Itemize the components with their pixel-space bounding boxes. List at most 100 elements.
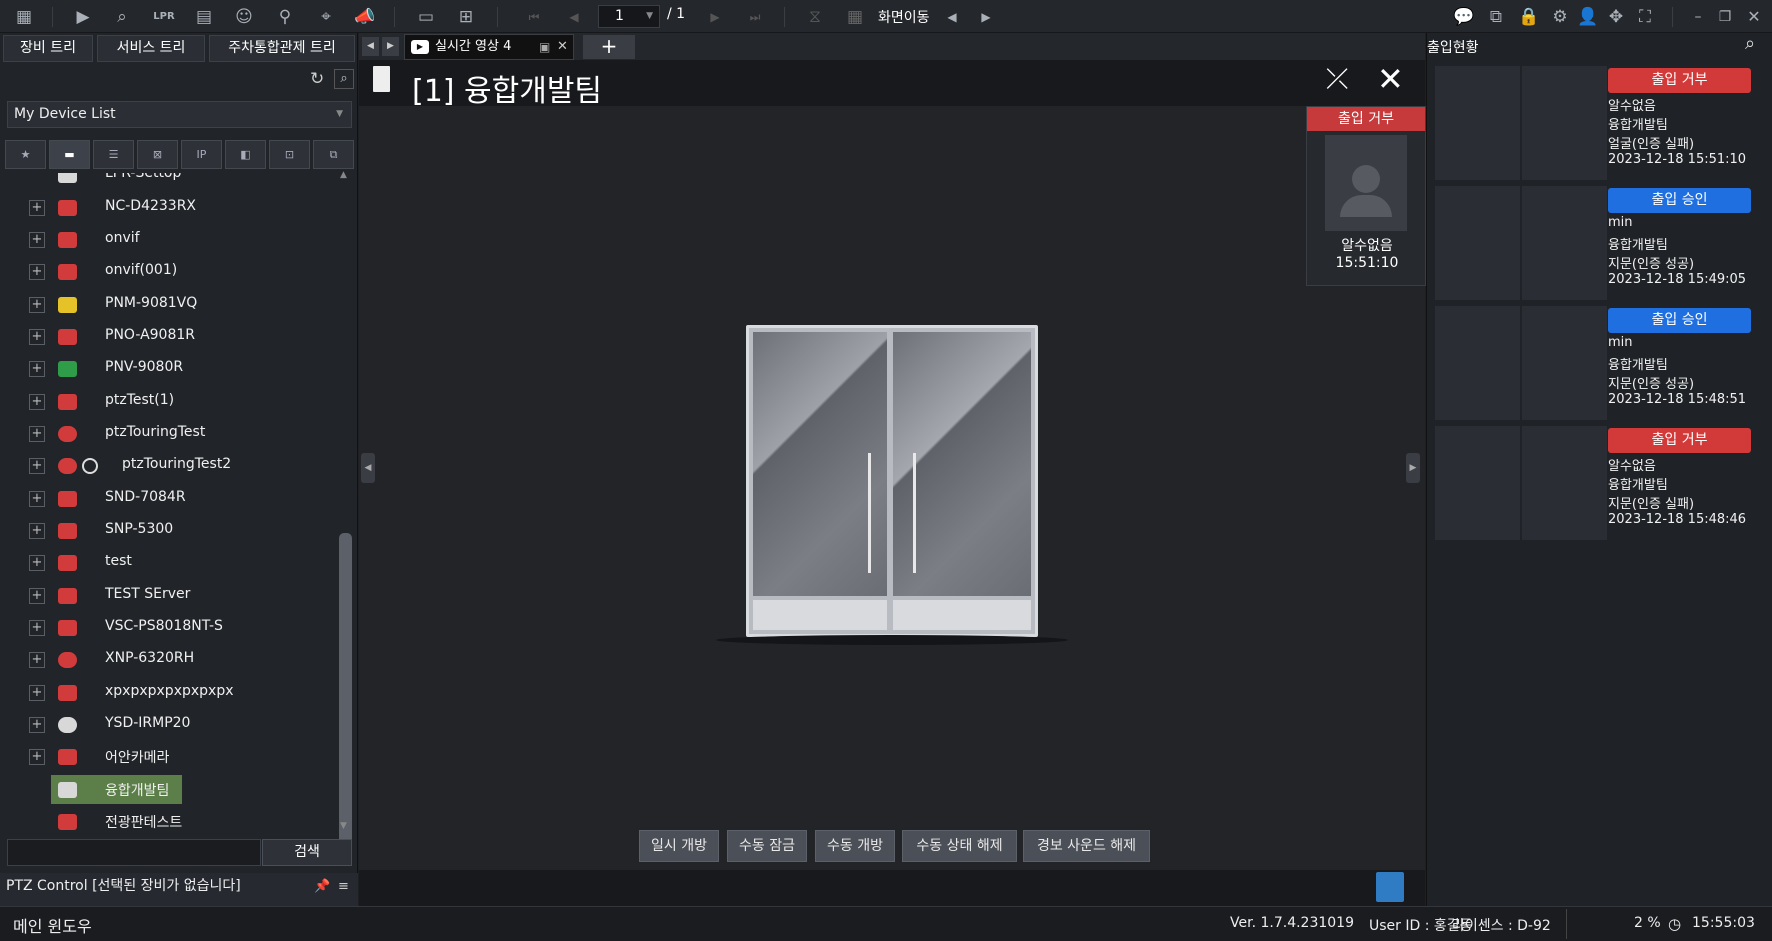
user-icon[interactable]: 👤 [1576, 5, 1600, 29]
face-search-icon[interactable]: ☺ [232, 5, 256, 29]
cctv-filter-button[interactable]: ◧ [225, 140, 266, 169]
tree-item[interactable]: + SND-7084R [0, 483, 340, 515]
folder-filter-button[interactable]: ▬ [49, 140, 90, 169]
alarm-icon[interactable]: 📣 [353, 5, 377, 29]
zoom-search-icon[interactable]: ⌕ [1745, 33, 1755, 54]
device-list-select[interactable]: My Device List ▼ [7, 101, 352, 128]
expand-icon[interactable]: + [29, 297, 45, 313]
tree-item[interactable]: + PNV-9080R [0, 353, 340, 385]
first-page-icon[interactable]: ⏮ [522, 5, 546, 29]
expand-icon[interactable]: + [29, 523, 45, 539]
tab-device-tree[interactable]: 장비 트리 [3, 35, 93, 62]
menu-icon[interactable]: ≡ [338, 873, 349, 900]
tree-item[interactable]: + TEST SErver [0, 580, 340, 612]
expand-icon[interactable]: + [29, 200, 45, 216]
prev-page-icon[interactable]: ◀ [562, 5, 586, 29]
expand-icon[interactable]: + [29, 232, 45, 248]
next-page-icon[interactable]: ▶ [703, 5, 727, 29]
scroll-up-icon[interactable]: ▲ [340, 170, 347, 180]
access-event-row[interactable]: 출입 거부 알수없음 융합개발팀 얼굴(인증 실패) 2023-12-18 15… [1435, 66, 1769, 180]
tree-item[interactable]: + SNP-5300 [0, 515, 340, 547]
lock-icon[interactable]: 🔒 [1517, 5, 1541, 29]
collapse-left-icon[interactable]: ◀ [361, 453, 375, 483]
favorite-filter-button[interactable]: ★ [5, 140, 46, 169]
tree-search-input[interactable] [7, 839, 261, 866]
misc-filter-button[interactable]: ⧉ [313, 140, 354, 169]
ai-filter-button[interactable]: ⊡ [269, 140, 310, 169]
search-button[interactable]: 검색 [262, 839, 352, 866]
restore-icon[interactable]: ❐ [1713, 5, 1737, 29]
move-icon[interactable]: ✥ [1604, 5, 1628, 29]
tree-item[interactable]: + ptzTouringTest [0, 418, 340, 450]
pin-icon[interactable]: 📌 [314, 873, 330, 900]
tree-item[interactable]: + XNP-6320RH [0, 644, 340, 676]
page-number-input[interactable]: 1 ▼ [598, 5, 660, 28]
map-search-icon[interactable]: ⌖ [314, 5, 338, 29]
collapse-icon[interactable]: ⤫ [1326, 62, 1348, 96]
expand-icon[interactable]: + [29, 264, 45, 280]
ip-filter-button[interactable]: IP [181, 140, 222, 169]
collapse-right-icon[interactable]: ▶ [1406, 453, 1420, 483]
tab-parking-tree[interactable]: 주차통합관제 트리 [209, 35, 355, 62]
tree-item[interactable]: + PNO-A9081R [0, 321, 340, 353]
close-view-icon[interactable]: ✕ [1377, 60, 1404, 98]
calendar-icon[interactable]: ▦ [843, 5, 867, 29]
tree-item[interactable]: + ptzTest(1) [0, 386, 340, 418]
expand-icon[interactable]: + [29, 329, 45, 345]
fullscreen-icon[interactable]: ⛶ [1633, 5, 1657, 29]
manual-lock-button[interactable]: 수동 잠금 [727, 830, 807, 862]
access-event-row[interactable]: 출입 승인 min 융합개발팀 지문(인증 성공) 2023-12-18 15:… [1435, 186, 1769, 300]
expand-icon[interactable]: + [29, 717, 45, 733]
expand-icon[interactable]: + [29, 361, 45, 377]
tree-item[interactable]: + test [0, 547, 340, 579]
gear-icon[interactable]: ⚙ [1548, 5, 1572, 29]
expand-icon[interactable]: + [29, 458, 45, 474]
tree-item[interactable]: + PNM-9081VQ [0, 289, 340, 321]
chat-icon[interactable]: 💬 [1452, 5, 1476, 29]
screen-prev-icon[interactable]: ◀ [940, 5, 964, 29]
expand-icon[interactable]: + [29, 652, 45, 668]
monitor-icon[interactable]: ⧉ [1484, 5, 1508, 29]
tree-item[interactable]: 전광판테스트 [0, 806, 340, 838]
minimize-icon[interactable]: – [1686, 5, 1710, 29]
layout-icon[interactable]: ▭ [414, 5, 438, 29]
nvr-filter-button[interactable]: ☰ [93, 140, 134, 169]
scroll-down-icon[interactable]: ▼ [340, 821, 347, 831]
access-export-icon[interactable] [1376, 872, 1404, 902]
tree-item[interactable]: LPR-Settop [0, 173, 340, 191]
expand-icon[interactable]: + [29, 588, 45, 604]
tab-service-tree[interactable]: 서비스 트리 [97, 35, 205, 62]
tree-item[interactable]: + YSD-IRMP20 [0, 709, 340, 741]
expand-icon[interactable]: + [29, 685, 45, 701]
manual-open-button[interactable]: 수동 개방 [815, 830, 895, 862]
last-page-icon[interactable]: ⏭ [743, 5, 767, 29]
tab-scroll-right-icon[interactable]: ▶ [382, 37, 399, 56]
alarm-sound-off-button[interactable]: 경보 사운드 해제 [1023, 830, 1150, 862]
tab-close-icon[interactable]: ✕ [557, 35, 568, 59]
playback-search-icon[interactable]: ⌕ [110, 5, 134, 29]
tree-item[interactable]: + xpxpxpxpxpxpxpx [0, 677, 340, 709]
search-toggle-icon[interactable]: ⌕ [334, 69, 354, 89]
add-screen-icon[interactable]: ⊞ [454, 5, 478, 29]
tab-live-video[interactable]: ▶ 실시간 영상 4 ▣ ✕ [404, 34, 574, 60]
manual-release-button[interactable]: 수동 상태 해제 [902, 830, 1017, 862]
screen-next-icon[interactable]: ▶ [974, 5, 998, 29]
tree-item-selected[interactable]: 융합개발팀 [0, 774, 340, 806]
expand-icon[interactable]: + [29, 555, 45, 571]
expand-icon[interactable]: + [29, 620, 45, 636]
lpr-icon[interactable]: LPR [152, 5, 176, 29]
scrollbar-thumb[interactable] [339, 533, 352, 849]
event-search-icon[interactable]: ▤ [192, 5, 216, 29]
expand-icon[interactable]: + [29, 491, 45, 507]
expand-icon[interactable]: + [29, 749, 45, 765]
close-window-icon[interactable]: ✕ [1742, 5, 1766, 29]
tree-item[interactable]: + NC-D4233RX [0, 192, 340, 224]
tree-item[interactable]: + ptzTouringTest2 [0, 450, 340, 482]
live-play-icon[interactable]: ▶ [71, 5, 95, 29]
add-tab-button[interactable]: + [583, 35, 635, 59]
temporary-open-button[interactable]: 일시 개방 [639, 830, 719, 862]
tree-item[interactable]: + onvif(001) [0, 256, 340, 288]
tab-scroll-left-icon[interactable]: ◀ [362, 37, 379, 56]
tree-item[interactable]: + VSC-PS8018NT-S [0, 612, 340, 644]
access-event-row[interactable]: 출입 거부 알수없음 융합개발팀 지문(인증 실패) 2023-12-18 15… [1435, 426, 1769, 540]
